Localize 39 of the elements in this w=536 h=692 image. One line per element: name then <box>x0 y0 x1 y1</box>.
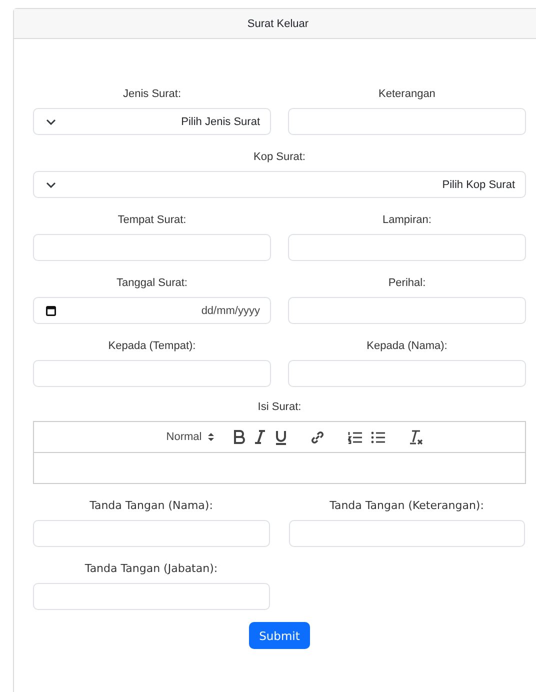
field-label: Kepada (Nama): <box>366 339 448 353</box>
field-label: Tanggal Surat: <box>116 276 188 290</box>
field-label: Tanda Tangan (Jabatan): <box>84 562 218 576</box>
field-label: Kepada (Tempat): <box>108 339 196 353</box>
field-label: Kop Surat: <box>254 150 306 164</box>
calendar-icon <box>46 305 56 316</box>
italic-icon[interactable] <box>254 430 266 444</box>
input-field[interactable] <box>33 583 270 610</box>
format-dropdown[interactable]: Normal <box>166 431 214 443</box>
select-field[interactable]: Pilih Jenis Surat <box>33 108 271 135</box>
select-field[interactable]: Pilih Kop Surat <box>33 171 526 198</box>
chevron-down-icon <box>46 182 56 188</box>
card-title: Surat Keluar <box>247 18 309 30</box>
sort-arrows-icon <box>208 432 214 442</box>
numbered-list-icon[interactable] <box>348 430 362 444</box>
input-field[interactable] <box>33 234 271 261</box>
clear-format-icon[interactable] <box>408 430 423 444</box>
field-label: Lampiran: <box>382 213 432 227</box>
link-icon[interactable] <box>310 430 324 444</box>
field-label: Tanda Tangan (Keterangan): <box>330 499 484 513</box>
bullet-list-icon[interactable] <box>370 430 385 444</box>
field-label: Perihal: <box>388 276 426 290</box>
underline-icon[interactable] <box>274 430 287 444</box>
bold-icon[interactable] <box>232 430 245 444</box>
field-label: Isi Surat: <box>258 400 302 414</box>
submit-button[interactable]: Submit <box>249 622 310 649</box>
input-field[interactable] <box>288 297 526 324</box>
input-field[interactable] <box>288 234 526 261</box>
field-label: Jenis Surat: <box>122 87 182 101</box>
input-field[interactable] <box>288 360 526 387</box>
field-label: Tanda Tangan (Nama): <box>90 499 213 513</box>
input-field[interactable] <box>33 360 271 387</box>
field-label: Keterangan <box>378 87 436 101</box>
input-field[interactable] <box>288 520 525 547</box>
chevron-down-icon <box>46 118 56 124</box>
date-field[interactable]: dd/mm/yyyy <box>33 297 271 324</box>
input-field[interactable] <box>288 108 526 135</box>
field-label: Tempat Surat: <box>118 213 186 227</box>
input-field[interactable] <box>33 520 270 547</box>
